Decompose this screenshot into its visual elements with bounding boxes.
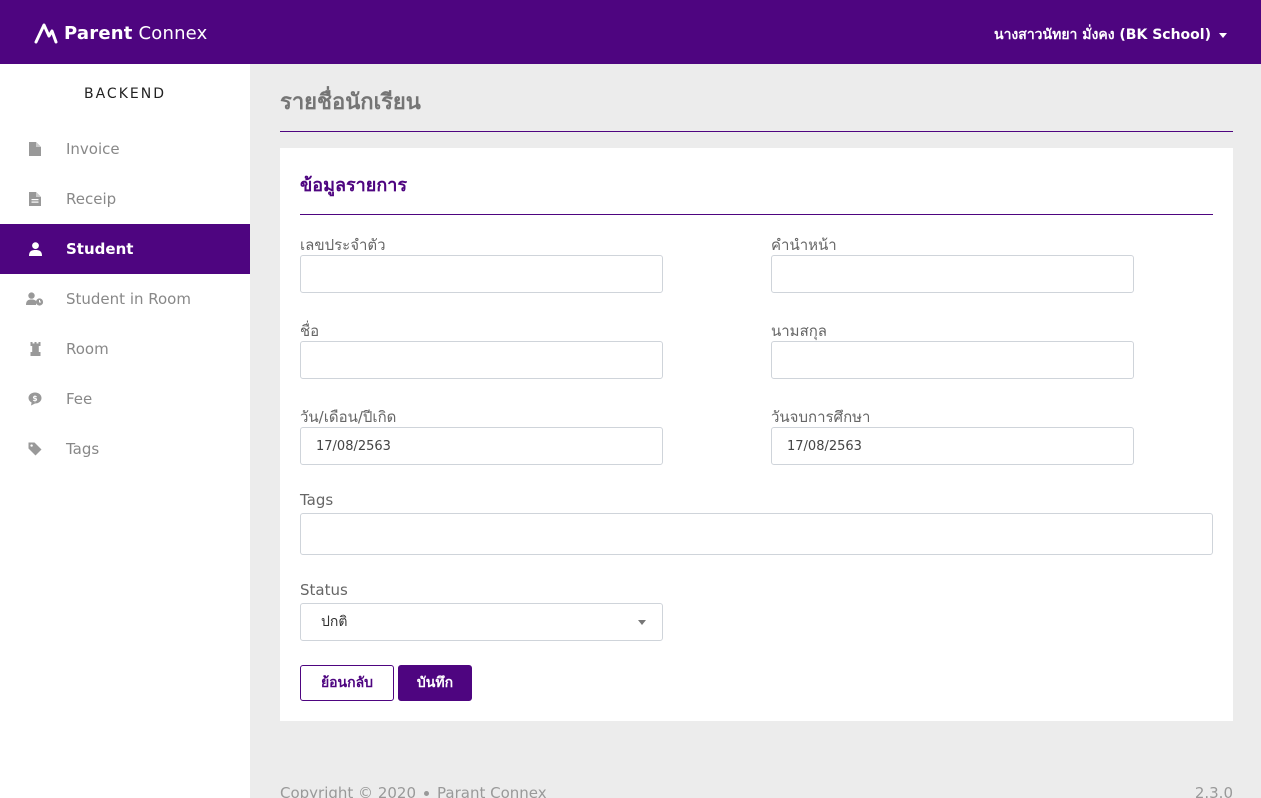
card-divider bbox=[300, 214, 1213, 215]
back-button[interactable]: ย้อนกลับ bbox=[300, 665, 394, 701]
sidebar-item-label: Student bbox=[66, 240, 134, 258]
student-form-card: ข้อมูลรายการ เลขประจำตัว คำนำหน้า ชื่อ น… bbox=[280, 148, 1233, 721]
footer-copyright: Copyright © 2020 Parant Connex bbox=[280, 784, 547, 798]
sidebar-item-student[interactable]: Student bbox=[0, 224, 250, 274]
graduation-date-label: วันจบการศึกษา bbox=[771, 408, 871, 426]
student-id-label: เลขประจำตัว bbox=[300, 236, 386, 254]
sidebar-item-label: Room bbox=[66, 340, 109, 358]
money-bill-icon: $ bbox=[26, 390, 44, 408]
sidebar-item-label: Invoice bbox=[66, 140, 120, 158]
sidebar-item-fee[interactable]: $ Fee bbox=[0, 374, 250, 424]
logo-icon bbox=[34, 23, 58, 44]
top-navbar: Parent Connex นางสาวนัทยา มั่งคง (BK Sch… bbox=[0, 0, 1261, 64]
title-divider bbox=[280, 131, 1233, 132]
file-text-icon bbox=[26, 190, 44, 208]
sidebar-item-receip[interactable]: Receip bbox=[0, 174, 250, 224]
brand-logo[interactable]: Parent Connex bbox=[34, 20, 208, 46]
status-select[interactable]: ปกติ bbox=[300, 603, 663, 641]
footer-company-link[interactable]: Parant Connex bbox=[437, 784, 547, 798]
file-icon bbox=[26, 140, 44, 158]
sidebar: BACKEND Invoice Receip Student Student i… bbox=[0, 64, 250, 798]
sidebar-item-label: Student in Room bbox=[66, 290, 191, 308]
sidebar-item-label: Receip bbox=[66, 190, 117, 208]
first-name-input[interactable] bbox=[300, 341, 663, 379]
brand-text: Parent Connex bbox=[64, 22, 208, 44]
user-menu-dropdown[interactable]: นางสาวนัทยา มั่งคง (BK School) bbox=[994, 24, 1227, 46]
sidebar-item-invoice[interactable]: Invoice bbox=[0, 124, 250, 174]
caret-down-icon bbox=[1219, 32, 1227, 38]
footer-version: 2.3.0 bbox=[1194, 784, 1233, 798]
separator-dot bbox=[424, 791, 430, 796]
status-label: Status bbox=[300, 581, 348, 599]
chevron-down-icon bbox=[638, 620, 646, 625]
prefix-label: คำนำหน้า bbox=[771, 236, 837, 254]
sidebar-item-student-in-room[interactable]: Student in Room bbox=[0, 274, 250, 324]
status-selected-value: ปกติ bbox=[321, 614, 348, 630]
birth-date-label: วัน/เดือน/ปีเกิด bbox=[300, 408, 397, 426]
sidebar-item-tags[interactable]: Tags bbox=[0, 424, 250, 474]
sidebar-item-label: Fee bbox=[66, 390, 93, 408]
tags-label: Tags bbox=[300, 491, 334, 509]
svg-text:$: $ bbox=[32, 394, 37, 403]
sidebar-item-label: Tags bbox=[66, 440, 100, 458]
prefix-input[interactable] bbox=[771, 255, 1134, 293]
user-clock-icon bbox=[26, 290, 44, 308]
student-id-input[interactable] bbox=[300, 255, 663, 293]
last-name-label: นามสกุล bbox=[771, 322, 827, 340]
first-name-label: ชื่อ bbox=[300, 322, 320, 340]
chess-rook-icon bbox=[26, 340, 44, 358]
copyright-text: Copyright © 2020 bbox=[280, 784, 417, 798]
tags-input[interactable] bbox=[300, 513, 1213, 555]
tag-icon bbox=[26, 440, 44, 458]
user-icon bbox=[26, 240, 44, 258]
sidebar-item-room[interactable]: Room bbox=[0, 324, 250, 374]
sidebar-title: BACKEND bbox=[84, 86, 166, 102]
card-title: ข้อมูลรายการ bbox=[300, 175, 408, 196]
user-name: นางสาวนัทยา มั่งคง (BK School) bbox=[994, 27, 1211, 43]
page-title: รายชื่อนักเรียน bbox=[280, 90, 421, 115]
last-name-input[interactable] bbox=[771, 341, 1134, 379]
birth-date-input[interactable] bbox=[300, 427, 663, 465]
save-button[interactable]: บันทึก bbox=[398, 665, 472, 701]
graduation-date-input[interactable] bbox=[771, 427, 1134, 465]
